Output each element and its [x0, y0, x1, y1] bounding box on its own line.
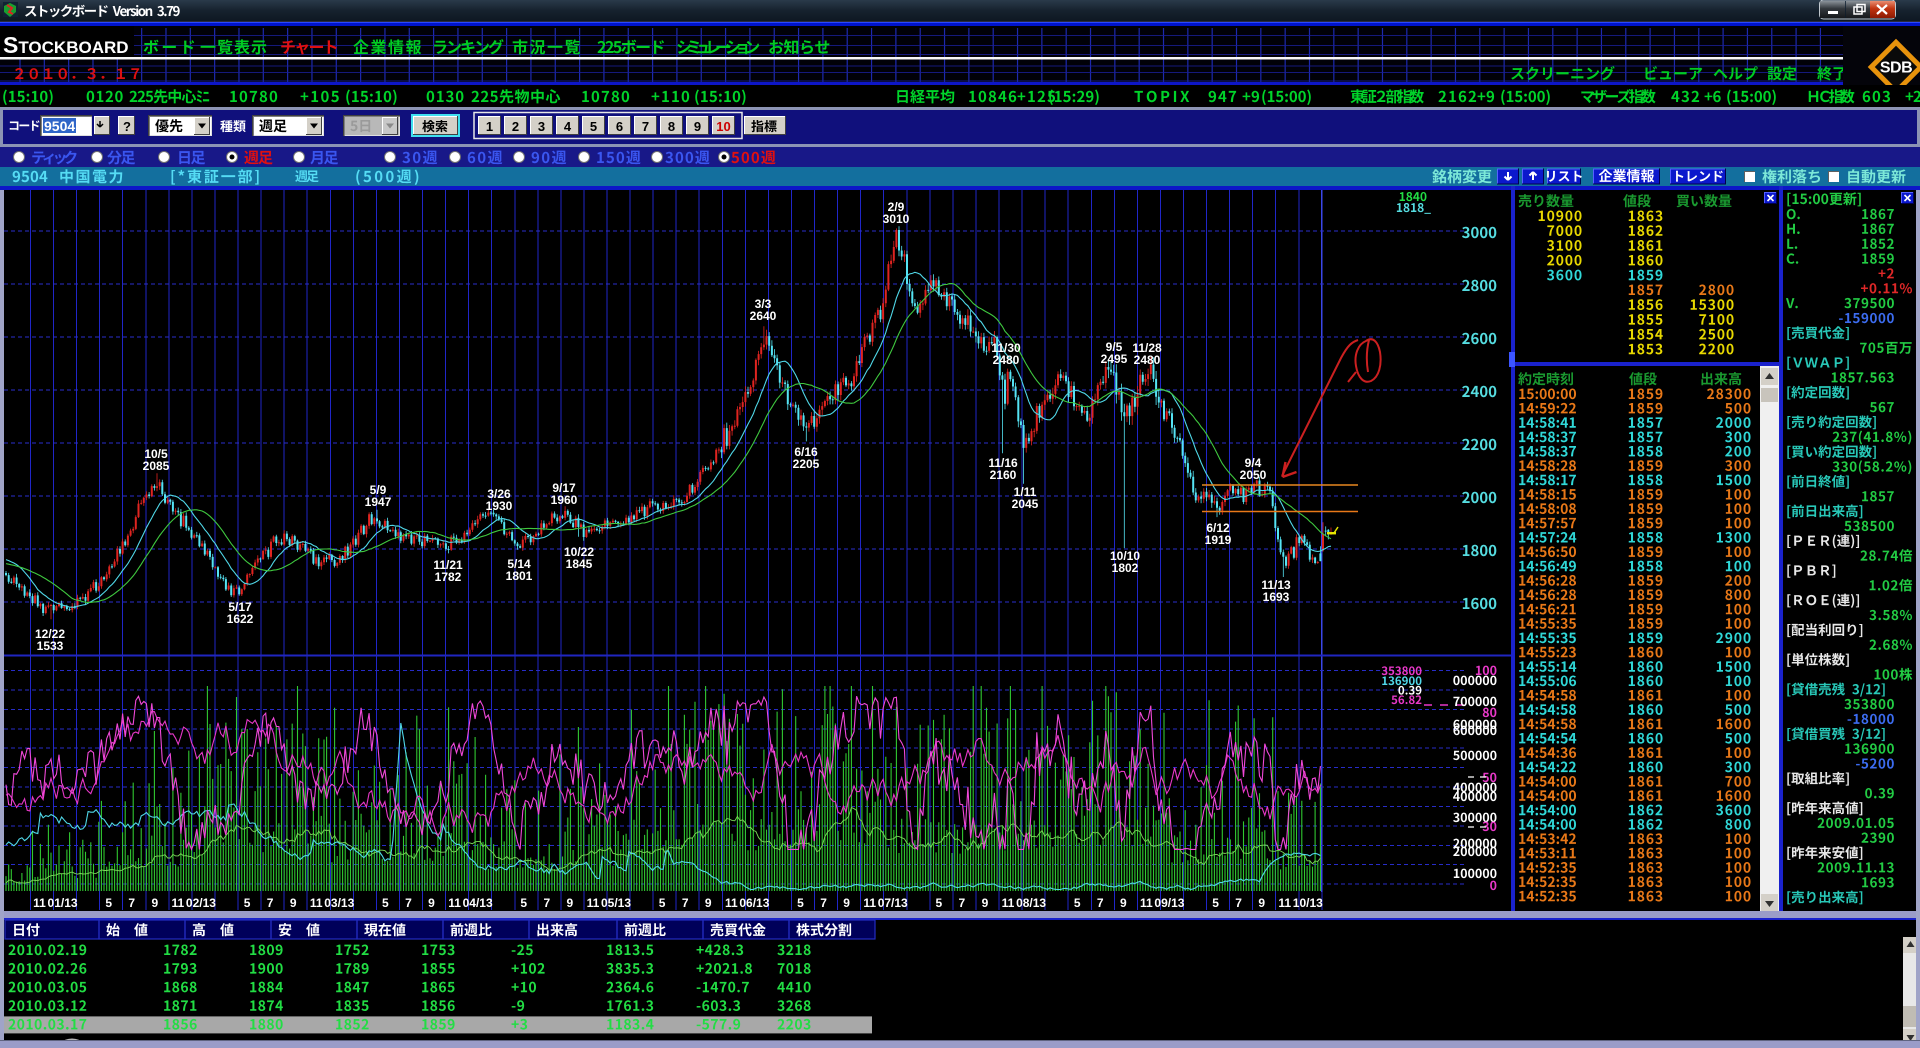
svg-text:11: 11 [1002, 896, 1015, 910]
svg-text:09/13: 09/13 [1154, 896, 1184, 910]
svg-text:9: 9 [1258, 896, 1265, 910]
svg-text:1801: 1801 [506, 569, 533, 583]
svg-text:1693: 1693 [1263, 590, 1290, 604]
svg-text:06/13: 06/13 [739, 896, 769, 910]
svg-text:5: 5 [590, 119, 597, 134]
svg-text:?: ? [123, 119, 131, 134]
svg-text:9: 9 [843, 896, 850, 910]
svg-text:3: 3 [538, 119, 545, 134]
svg-text:1802: 1802 [1112, 561, 1139, 575]
svg-text:11: 11 [863, 896, 876, 910]
svg-text:1947: 1947 [365, 495, 392, 509]
svg-text:03/13: 03/13 [324, 896, 354, 910]
svg-text:2640: 2640 [750, 309, 777, 323]
svg-text:2: 2 [512, 119, 519, 134]
svg-text:4: 4 [564, 119, 572, 134]
svg-text:2205: 2205 [793, 457, 820, 471]
svg-text:5: 5 [797, 896, 804, 910]
svg-text:7: 7 [405, 896, 412, 910]
svg-text:9: 9 [982, 896, 989, 910]
svg-text:5: 5 [1074, 896, 1081, 910]
svg-text:7: 7 [820, 896, 827, 910]
svg-text:2480: 2480 [993, 353, 1020, 367]
svg-text:07/13: 07/13 [878, 896, 908, 910]
svg-text:11: 11 [725, 896, 738, 910]
svg-text:1622: 1622 [227, 612, 254, 626]
svg-text:9504: 9504 [44, 118, 75, 134]
svg-text:9: 9 [290, 896, 297, 910]
svg-text:7: 7 [682, 896, 689, 910]
svg-text:5: 5 [105, 896, 112, 910]
svg-text:11: 11 [587, 896, 600, 910]
svg-text:10/13: 10/13 [1293, 896, 1323, 910]
svg-text:11: 11 [33, 896, 46, 910]
svg-text:7: 7 [959, 896, 966, 910]
svg-text:7: 7 [267, 896, 274, 910]
svg-text:2495: 2495 [1101, 352, 1128, 366]
svg-text:01/13: 01/13 [48, 896, 78, 910]
svg-text:5: 5 [1212, 896, 1219, 910]
svg-text:2480: 2480 [1134, 353, 1161, 367]
svg-text:5: 5 [935, 896, 942, 910]
svg-text:2045: 2045 [1012, 497, 1039, 511]
svg-text:9: 9 [567, 896, 574, 910]
svg-text:04/13: 04/13 [463, 896, 493, 910]
svg-text:05/13: 05/13 [601, 896, 631, 910]
svg-text:1782: 1782 [435, 570, 462, 584]
svg-text:10: 10 [716, 119, 730, 134]
svg-text:11: 11 [448, 896, 461, 910]
svg-text:1960: 1960 [551, 493, 578, 507]
svg-text:2160: 2160 [990, 468, 1017, 482]
svg-text:6: 6 [616, 119, 623, 134]
svg-text:1845: 1845 [566, 557, 593, 571]
svg-text:5: 5 [244, 896, 251, 910]
svg-text:SDB: SDB [1880, 60, 1912, 77]
svg-text:2050: 2050 [1240, 468, 1267, 482]
svg-text:9: 9 [705, 896, 712, 910]
svg-text:7: 7 [128, 896, 135, 910]
svg-text:5: 5 [520, 896, 527, 910]
svg-text:7: 7 [642, 119, 649, 134]
svg-text:11: 11 [310, 896, 323, 910]
svg-text:11: 11 [172, 896, 185, 910]
svg-text:02/13: 02/13 [186, 896, 216, 910]
svg-text:8: 8 [668, 119, 675, 134]
svg-text:7: 7 [1235, 896, 1242, 910]
svg-text:7: 7 [1097, 896, 1104, 910]
svg-text:1: 1 [486, 119, 493, 134]
svg-text:08/13: 08/13 [1016, 896, 1046, 910]
svg-text:1533: 1533 [37, 639, 64, 653]
svg-text:1930: 1930 [486, 499, 513, 513]
svg-text:11: 11 [1278, 896, 1291, 910]
svg-text:5: 5 [659, 896, 666, 910]
svg-text:9: 9 [428, 896, 435, 910]
svg-text:1919: 1919 [1205, 533, 1232, 547]
svg-text:2085: 2085 [143, 459, 170, 473]
svg-text:9: 9 [694, 119, 701, 134]
svg-text:5: 5 [382, 896, 389, 910]
svg-text:9: 9 [151, 896, 158, 910]
svg-text:3010: 3010 [883, 212, 910, 226]
svg-text:9: 9 [1120, 896, 1127, 910]
svg-text:7: 7 [543, 896, 550, 910]
svg-text:11: 11 [1140, 896, 1153, 910]
